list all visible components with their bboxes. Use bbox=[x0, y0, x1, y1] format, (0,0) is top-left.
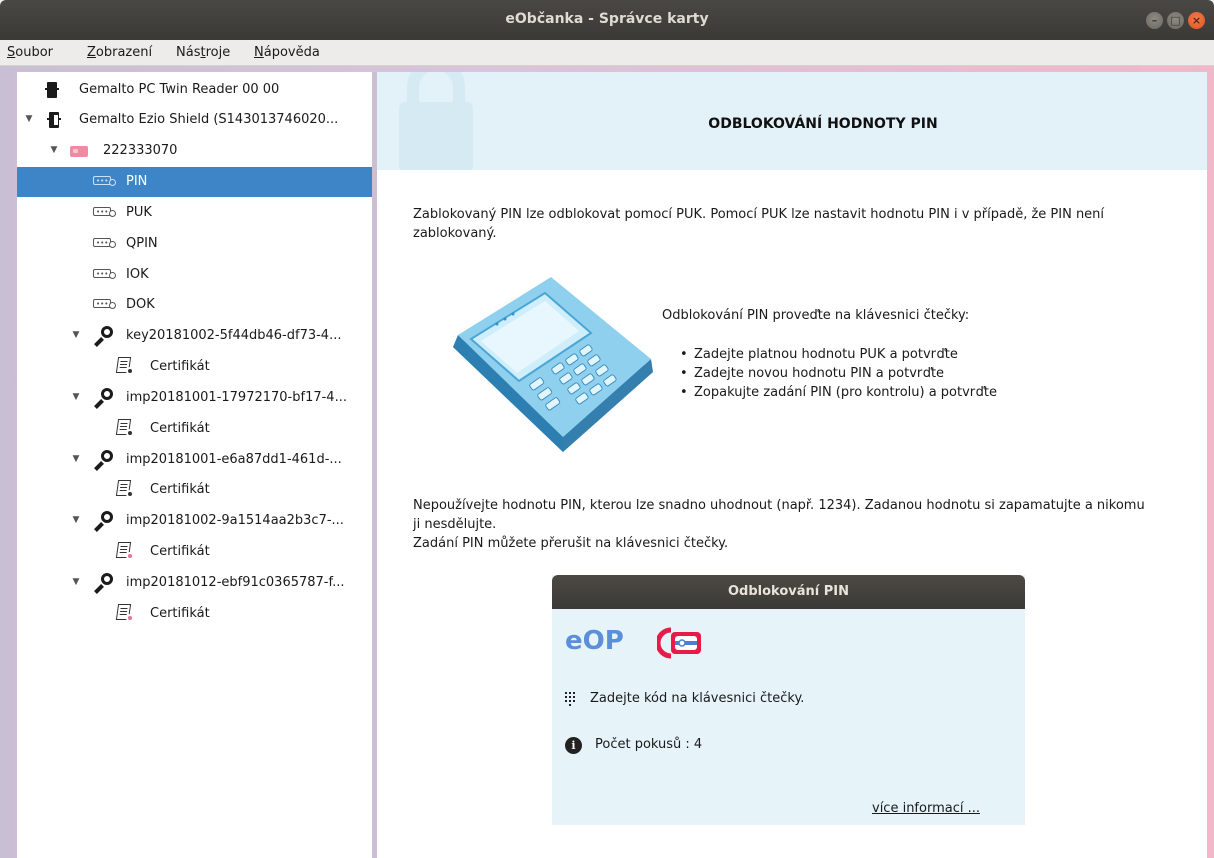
tree-item-qpin[interactable]: ••• QPIN bbox=[17, 229, 372, 259]
maximize-icon[interactable]: □ bbox=[1167, 12, 1184, 29]
tree-item-reader-2[interactable]: ▼ Gemalto Ezio Shield (S143013746020... bbox=[17, 105, 372, 135]
page-title: ODBLOKOVÁNÍ HODNOTY PIN bbox=[708, 116, 938, 132]
smart-card-icon bbox=[70, 146, 88, 157]
intro-line-2: zablokovaný. bbox=[413, 226, 497, 241]
instructions-list: Zadejte platnou hodnotu PUK a potvrďte Z… bbox=[672, 345, 997, 402]
chevron-down-icon[interactable]: ▼ bbox=[71, 577, 81, 587]
keypad-prompt: Zadejte kód na klávesnici čtečky. bbox=[565, 691, 865, 709]
pin-icon: ••• bbox=[93, 269, 119, 281]
eop-card-logo: eOP bbox=[565, 624, 705, 664]
card-reader-icon bbox=[45, 82, 59, 98]
key-pair-icon bbox=[93, 511, 115, 532]
tree-item-puk[interactable]: ••• PUK bbox=[17, 198, 372, 228]
pin-icon: ••• bbox=[93, 207, 119, 219]
tree-item-certificate[interactable]: Certifikát bbox=[17, 414, 372, 444]
intro-line-1: Zablokovaný PIN lze odblokovat pomocí PU… bbox=[413, 207, 1105, 222]
warning-line-1: Nepoužívejte hodnotu PIN, kterou lze sna… bbox=[413, 498, 1145, 513]
tree-item-key[interactable]: ▼ imp20181012-ebf91c0365787-f... bbox=[17, 568, 372, 598]
menu-zobrazeni[interactable]: Zobrazení bbox=[87, 45, 152, 60]
window-title: eObčanka - Správce karty bbox=[505, 11, 709, 27]
certificate-pink-icon bbox=[115, 604, 135, 624]
key-pair-icon bbox=[93, 450, 115, 471]
menu-soubor[interactable]: Soubor bbox=[7, 45, 53, 60]
key-pair-icon bbox=[93, 573, 115, 594]
tree-item-key[interactable]: ▼ imp20181001-17972170-bf17-4... bbox=[17, 383, 372, 413]
list-item: Zopakujte zadání PIN (pro kontrolu) a po… bbox=[672, 383, 997, 402]
card-tree[interactable]: Gemalto PC Twin Reader 00 00 ▼ Gemalto E… bbox=[17, 72, 372, 858]
warning-line-3: Zadání PIN můžete přerušit na klávesnici… bbox=[413, 536, 729, 551]
tree-item-reader-1[interactable]: Gemalto PC Twin Reader 00 00 bbox=[17, 75, 372, 105]
pin-icon: ••• bbox=[93, 299, 119, 311]
dialog-title: Odblokování PIN bbox=[552, 575, 1025, 609]
tree-item-certificate[interactable]: Certifikát bbox=[17, 352, 372, 382]
menu-napoveda[interactable]: Nápověda bbox=[254, 45, 320, 60]
certificate-icon bbox=[115, 419, 135, 439]
attempts-row: i Počet pokusů : 4 bbox=[565, 737, 865, 755]
certificate-icon bbox=[115, 480, 135, 500]
header-banner: ODBLOKOVÁNÍ HODNOTY PIN bbox=[377, 72, 1207, 170]
warning-line-2: ji nesdělujte. bbox=[413, 517, 497, 532]
close-icon[interactable]: × bbox=[1188, 12, 1205, 29]
chevron-down-icon[interactable]: ▼ bbox=[71, 330, 81, 340]
chevron-down-icon[interactable]: ▼ bbox=[71, 392, 81, 402]
instructions-heading: Odblokování PIN proveďte na klávesnici č… bbox=[662, 308, 970, 323]
info-icon: i bbox=[565, 737, 582, 754]
minimize-icon[interactable]: – bbox=[1146, 12, 1163, 29]
chevron-down-icon[interactable]: ▼ bbox=[71, 454, 81, 464]
eop-card-logo bbox=[657, 627, 701, 659]
tree-item-certificate[interactable]: Certifikát bbox=[17, 599, 372, 629]
tree-item-dok[interactable]: ••• DOK bbox=[17, 290, 372, 320]
tree-item-card[interactable]: ▼ 222333070 bbox=[17, 136, 372, 166]
more-info-link[interactable]: více informací ... bbox=[872, 801, 980, 816]
tree-item-pin[interactable]: ••• PIN bbox=[17, 167, 372, 197]
tree-item-key[interactable]: ▼ imp20181002-9a1514aa2b3c7-... bbox=[17, 506, 372, 536]
menu-bar: Soubor Zobrazení Nástroje Nápověda bbox=[0, 40, 1214, 66]
card-terminal-illustration bbox=[453, 277, 653, 452]
tree-item-key[interactable]: ▼ key20181002-5f44db46-df73-4... bbox=[17, 321, 372, 351]
tree-item-certificate[interactable]: Certifikát bbox=[17, 537, 372, 567]
pin-entry-dialog: Odblokování PIN eOP Zadejte kód na kláve… bbox=[552, 575, 1025, 825]
keypad-icon bbox=[565, 692, 577, 706]
card-reader-with-card-icon bbox=[47, 112, 61, 128]
list-item: Zadejte novou hodnotu PIN a potvrďte bbox=[672, 364, 997, 383]
pin-icon: ••• bbox=[93, 176, 119, 188]
certificate-icon bbox=[115, 357, 135, 377]
window-titlebar[interactable]: eObčanka - Správce karty – □ × bbox=[0, 0, 1214, 40]
key-pair-icon bbox=[93, 388, 115, 409]
pin-icon: ••• bbox=[93, 238, 119, 250]
chevron-down-icon[interactable]: ▼ bbox=[49, 145, 59, 155]
chevron-down-icon[interactable]: ▼ bbox=[24, 114, 34, 124]
list-item: Zadejte platnou hodnotu PUK a potvrďte bbox=[672, 345, 997, 364]
key-pair-icon bbox=[93, 326, 115, 347]
menu-nastroje[interactable]: Nástroje bbox=[176, 45, 230, 60]
chevron-down-icon[interactable]: ▼ bbox=[71, 515, 81, 525]
tree-item-key[interactable]: ▼ imp20181001-e6a87dd1-461d-... bbox=[17, 445, 372, 475]
tree-item-certificate[interactable]: Certifikát bbox=[17, 475, 372, 505]
certificate-pink-icon bbox=[115, 542, 135, 562]
detail-pane: ODBLOKOVÁNÍ HODNOTY PIN Zablokovaný PIN … bbox=[377, 72, 1207, 858]
attempts-count: Počet pokusů : 4 bbox=[595, 737, 703, 752]
tree-item-iok[interactable]: ••• IOK bbox=[17, 260, 372, 290]
